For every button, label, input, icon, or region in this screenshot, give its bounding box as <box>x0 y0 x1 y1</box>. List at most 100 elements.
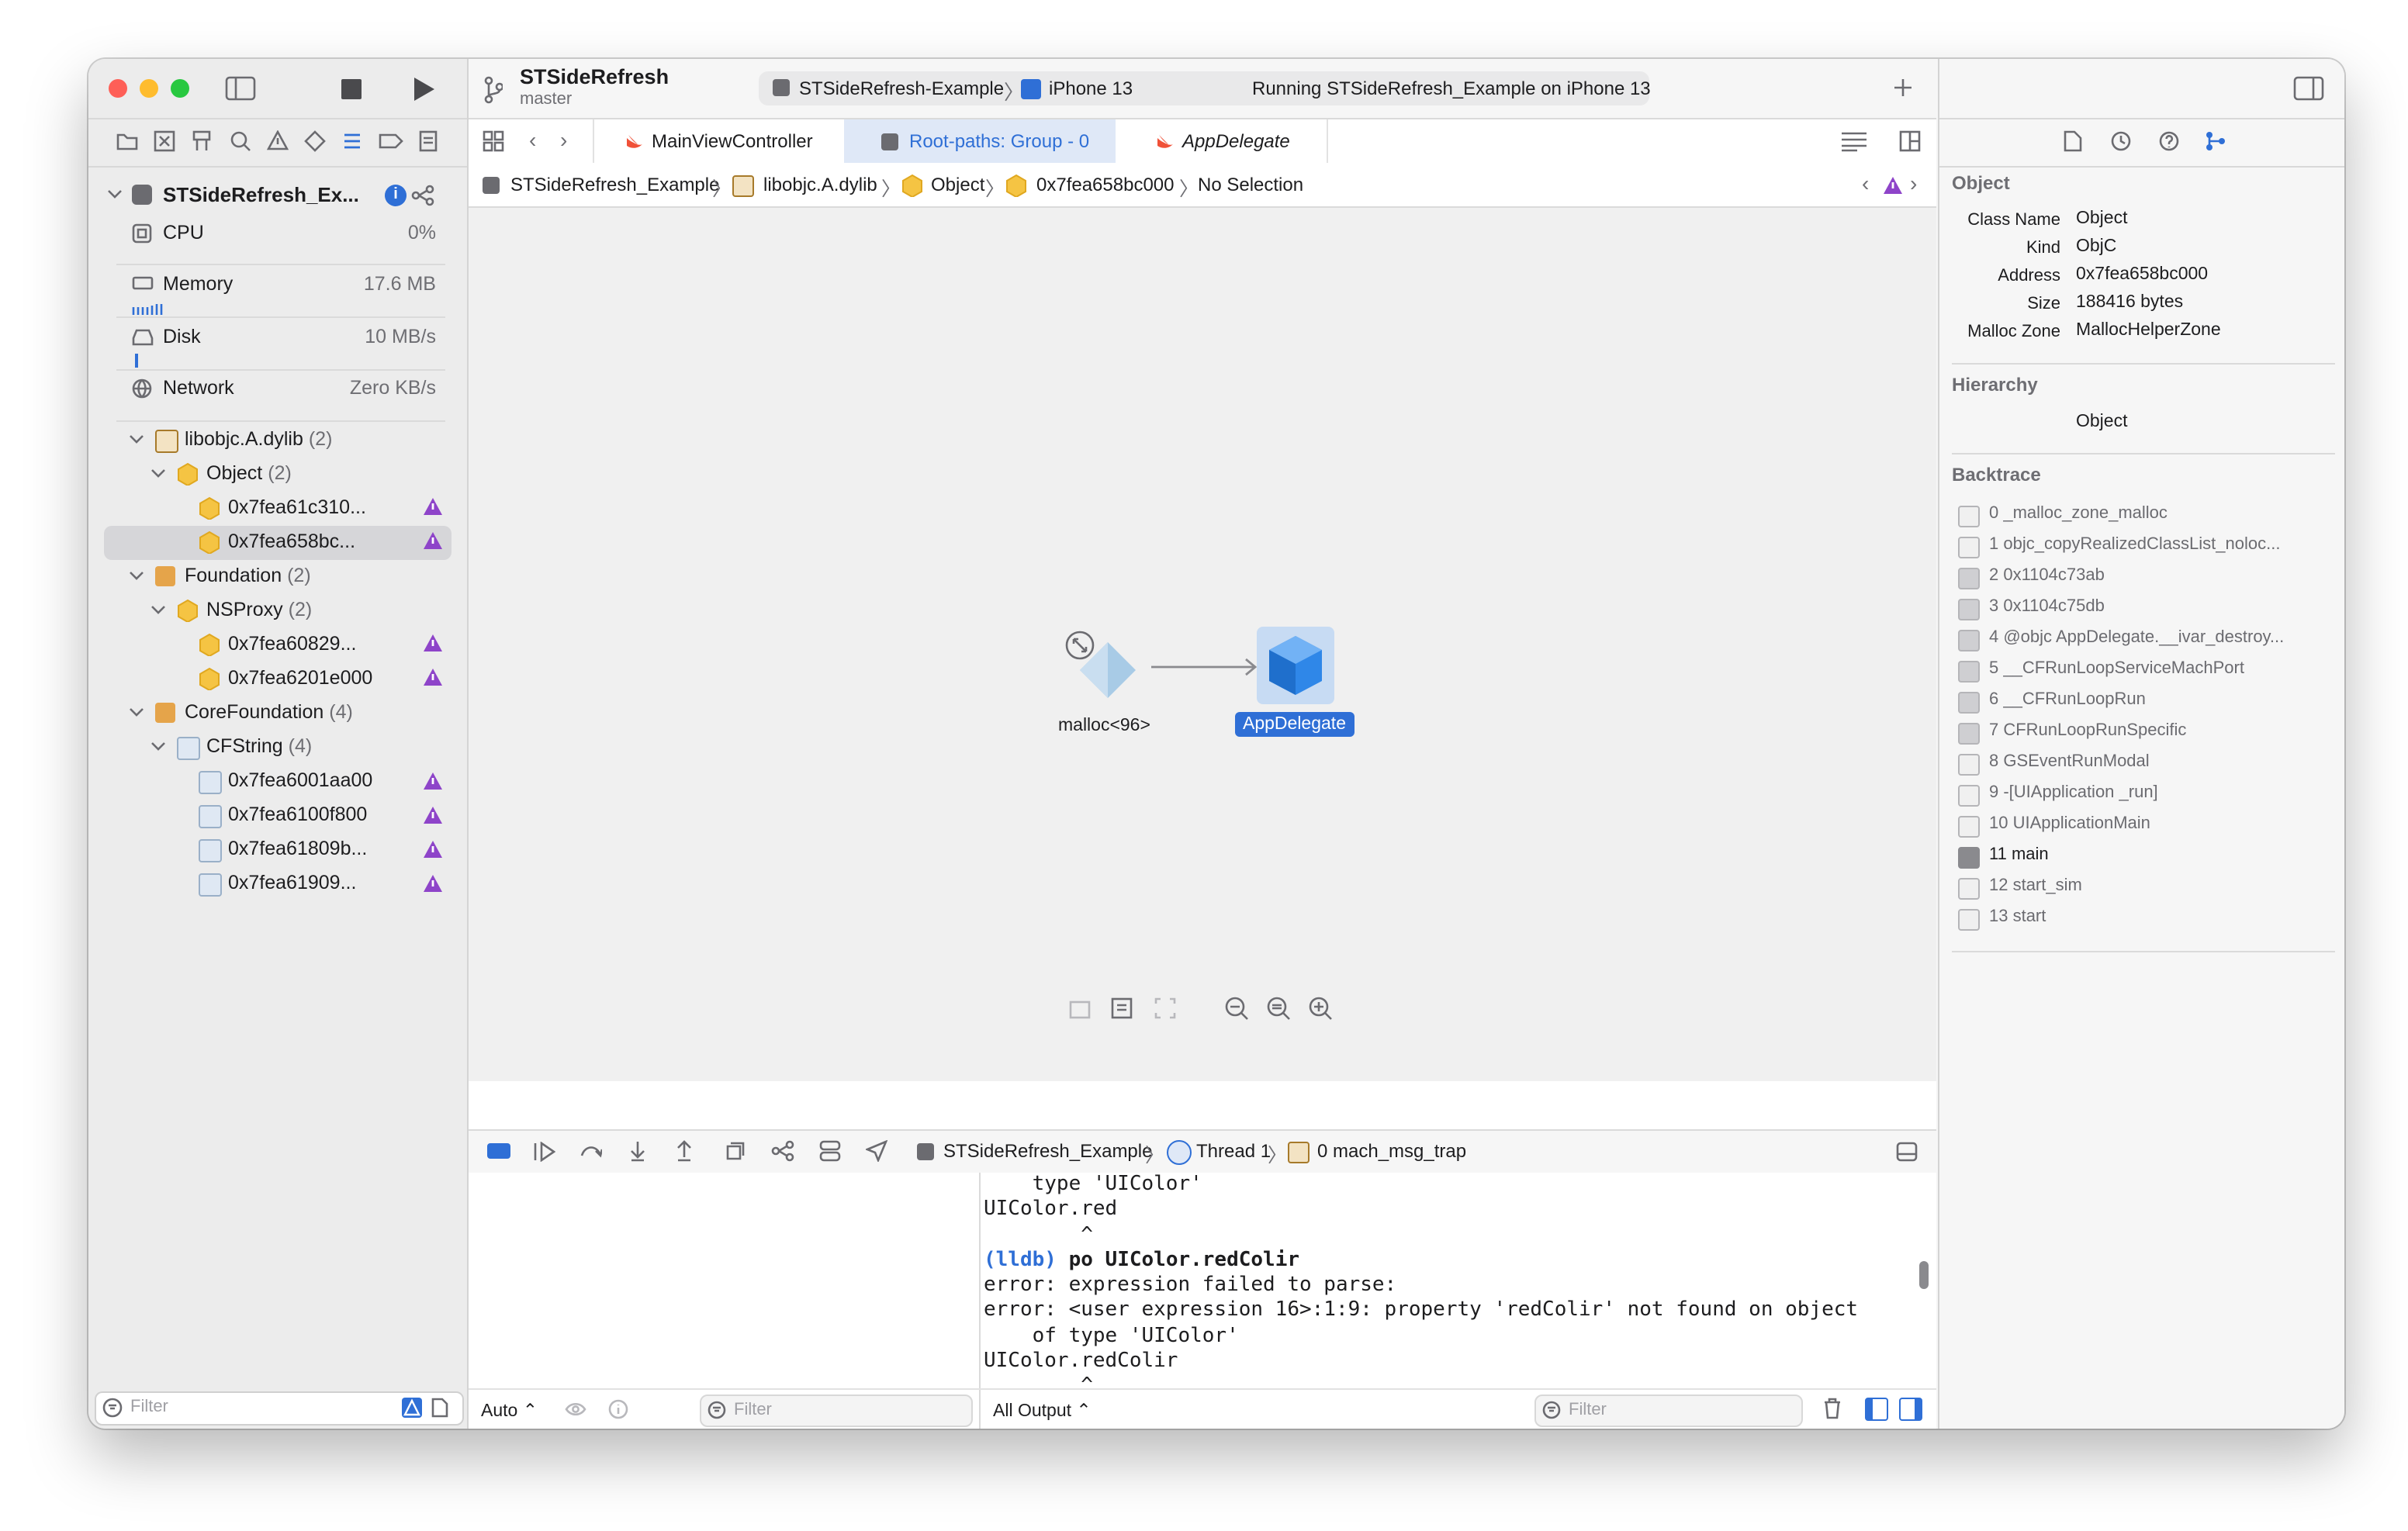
tree-instance[interactable]: 0x7fea61809b... <box>228 838 367 859</box>
test-icon[interactable] <box>304 130 326 152</box>
variables-filter-field[interactable]: Filter <box>700 1394 973 1427</box>
debug-view-hierarchy-icon[interactable] <box>723 1140 745 1162</box>
issue-icon[interactable] <box>267 130 289 152</box>
tree-instance[interactable]: 0x7fea6100f800 <box>228 804 367 825</box>
console-output[interactable]: type 'UIColor' UIColor.red ^ (lldb) po UIC… <box>984 1173 1908 1388</box>
tree-instance[interactable]: 0x7fea6201e000 <box>228 667 372 689</box>
tree-class-nsproxy[interactable]: NSProxy (2) <box>206 599 312 620</box>
stop-icon[interactable] <box>341 79 362 99</box>
breakpoint-icon[interactable] <box>379 130 403 152</box>
eye-icon[interactable] <box>565 1401 586 1418</box>
zoom-in-icon[interactable] <box>1308 996 1333 1021</box>
disclosure-icon[interactable] <box>150 465 166 481</box>
gauge-memory-label[interactable]: Memory <box>163 273 233 295</box>
continue-icon[interactable] <box>534 1142 555 1162</box>
console-filter-field[interactable]: Filter <box>1534 1394 1803 1427</box>
jump-item-target[interactable]: STSideRefresh_Example <box>510 174 719 195</box>
disclosure-icon[interactable] <box>129 431 144 447</box>
show-leaks-filter-icon[interactable] <box>402 1398 422 1418</box>
appdelegate-node[interactable] <box>1257 627 1334 704</box>
memory-graph-canvas[interactable]: malloc<96> AppDelegate <box>469 208 1936 1081</box>
environment-overrides-icon[interactable] <box>819 1140 841 1162</box>
add-icon[interactable] <box>1893 78 1913 98</box>
tree-instance[interactable]: 0x7fea61c310... <box>228 496 366 518</box>
document-filter-icon[interactable] <box>431 1398 448 1418</box>
tree-instance[interactable]: 0x7fea60829... <box>228 633 356 655</box>
tree-class-object[interactable]: Object (2) <box>206 462 292 484</box>
gauge-network-label[interactable]: Network <box>163 377 234 399</box>
memory-graph-icon[interactable] <box>411 185 436 206</box>
zoom-window-button[interactable] <box>171 79 189 98</box>
debug-frame[interactable]: 0 mach_msg_trap <box>1317 1140 1466 1162</box>
show-console-view-icon[interactable] <box>1899 1398 1922 1421</box>
export-icon[interactable] <box>1069 997 1091 1019</box>
debug-thread[interactable]: Thread 1 <box>1196 1140 1271 1162</box>
filter-graph-icon[interactable] <box>1111 997 1133 1019</box>
back-icon[interactable]: ‹ <box>529 127 536 152</box>
tab-root-paths[interactable]: Root-paths: Group - 0 <box>844 119 1116 163</box>
source-control-icon[interactable] <box>154 130 175 152</box>
forward-icon[interactable]: › <box>560 127 567 152</box>
gauge-cpu-label[interactable]: CPU <box>163 222 204 244</box>
process-disclosure-icon[interactable] <box>107 186 123 202</box>
zoom-actual-icon[interactable] <box>1266 996 1291 1021</box>
console-scrollbar[interactable] <box>1919 1261 1929 1289</box>
tree-class-cfstring[interactable]: CFString (4) <box>206 735 312 757</box>
tree-instance-selected[interactable]: 0x7fea658bc... <box>228 530 355 552</box>
output-mode-selector[interactable]: All Output ⌃ <box>993 1399 1092 1421</box>
scheme-selector[interactable]: STSideRefresh-Example <box>799 78 1004 99</box>
split-editor-icon[interactable] <box>1899 130 1921 152</box>
debug-memory-graph-icon[interactable] <box>771 1140 796 1162</box>
previous-issue-icon[interactable]: ‹ <box>1862 171 1869 195</box>
navigator-filter-field[interactable]: Filter <box>95 1391 464 1426</box>
info-icon[interactable]: i <box>385 185 407 206</box>
tree-instance[interactable]: 0x7fea61909... <box>228 872 356 893</box>
project-name[interactable]: STSideRefresh <box>520 65 669 88</box>
gauge-disk-label[interactable]: Disk <box>163 326 201 347</box>
process-name[interactable]: STSideRefresh_Ex... <box>163 183 359 206</box>
variables-mode-selector[interactable]: Auto ⌃ <box>481 1399 538 1421</box>
run-icon[interactable] <box>411 76 436 102</box>
tree-library-foundation[interactable]: Foundation (2) <box>185 565 311 586</box>
issue-warning-icon[interactable] <box>1884 177 1902 194</box>
report-icon[interactable] <box>417 130 439 152</box>
folder-icon[interactable] <box>116 132 138 150</box>
breakpoints-toggle-icon[interactable] <box>487 1143 510 1159</box>
malloc-node-icon[interactable] <box>1077 639 1139 701</box>
hide-debug-area-icon[interactable] <box>1896 1142 1918 1162</box>
close-window-button[interactable] <box>109 79 127 98</box>
debug-target[interactable]: STSideRefresh_Example <box>943 1140 1152 1162</box>
symbol-icon[interactable] <box>191 130 213 152</box>
editor-options-icon[interactable] <box>1840 132 1868 152</box>
tree-instance[interactable]: 0x7fea6001aa00 <box>228 769 372 791</box>
inspector-toggle-icon[interactable] <box>2293 76 2324 101</box>
history-inspector-icon[interactable] <box>2110 130 2132 152</box>
tab-mainviewcontroller[interactable]: MainViewController <box>593 119 846 163</box>
related-items-icon[interactable] <box>483 130 504 152</box>
next-issue-icon[interactable]: › <box>1910 171 1917 195</box>
tab-appdelegate[interactable]: AppDelegate <box>1116 119 1328 163</box>
debug-navigator-icon[interactable] <box>341 130 363 152</box>
jump-item-library[interactable]: libobjc.A.dylib <box>763 174 877 195</box>
disclosure-icon[interactable] <box>129 568 144 583</box>
tree-library-libobjc[interactable]: libobjc.A.dylib (2) <box>185 428 332 450</box>
memory-inspector-icon[interactable] <box>2205 130 2226 152</box>
focus-icon[interactable] <box>1154 997 1176 1019</box>
device-selector[interactable]: iPhone 13 <box>1049 78 1133 99</box>
tree-library-corefoundation[interactable]: CoreFoundation (4) <box>185 701 353 723</box>
disclosure-icon[interactable] <box>150 602 166 617</box>
step-out-icon[interactable] <box>676 1140 692 1162</box>
disclosure-icon[interactable] <box>129 704 144 720</box>
trash-icon[interactable] <box>1823 1398 1842 1419</box>
step-into-icon[interactable] <box>630 1140 645 1162</box>
appdelegate-node-label[interactable]: AppDelegate <box>1235 712 1354 737</box>
info-circle-icon[interactable] <box>608 1399 628 1419</box>
jump-item-selection[interactable]: No Selection <box>1198 174 1303 195</box>
file-inspector-icon[interactable] <box>2064 130 2082 152</box>
sidebar-toggle-icon[interactable] <box>225 76 256 101</box>
jump-item-class[interactable]: Object <box>931 174 984 195</box>
step-over-icon[interactable] <box>580 1142 602 1162</box>
jump-item-instance[interactable]: 0x7fea658bc000 <box>1036 174 1175 195</box>
help-inspector-icon[interactable] <box>2158 130 2180 152</box>
zoom-out-icon[interactable] <box>1224 996 1249 1021</box>
